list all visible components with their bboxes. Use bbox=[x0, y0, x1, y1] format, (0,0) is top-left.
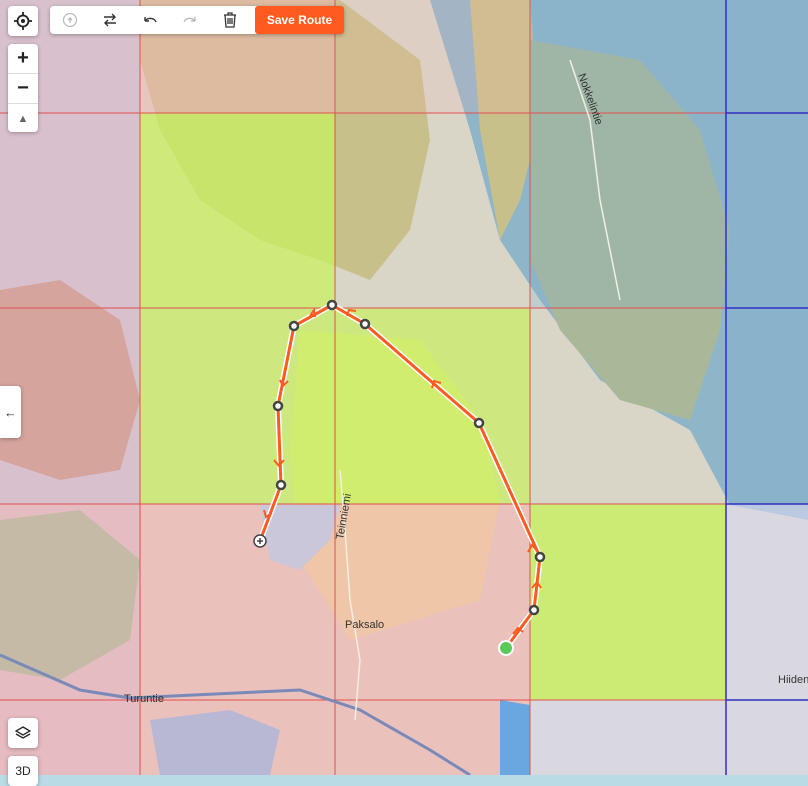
waypoint[interactable] bbox=[534, 551, 546, 563]
undo-button[interactable] bbox=[130, 6, 170, 34]
trash-icon bbox=[224, 12, 236, 28]
delete-route-button[interactable] bbox=[210, 6, 250, 34]
map-canvas[interactable]: Paksalo Turuntie Teinniemi Nokkelintie H… bbox=[0, 0, 808, 775]
help-button[interactable] bbox=[50, 6, 90, 34]
redo-button[interactable] bbox=[170, 6, 210, 34]
3d-toggle-button[interactable]: 3D bbox=[8, 756, 38, 786]
reverse-icon bbox=[104, 13, 116, 27]
arrow-left-icon: ← bbox=[4, 404, 17, 420]
waypoint[interactable] bbox=[272, 400, 284, 412]
route-toolbar: Save Route bbox=[50, 6, 344, 34]
waypoint[interactable] bbox=[473, 417, 485, 429]
layers-icon bbox=[15, 726, 31, 739]
redo-icon bbox=[183, 17, 196, 23]
place-label-hiiden: Hiiden bbox=[778, 674, 808, 686]
collapse-panel-button[interactable]: ← bbox=[0, 386, 21, 438]
help-icon bbox=[62, 12, 78, 28]
locate-button[interactable] bbox=[8, 6, 38, 36]
route-start-marker[interactable] bbox=[498, 640, 514, 656]
compass-icon: ▲ bbox=[17, 112, 29, 125]
place-label-paksalo: Paksalo bbox=[345, 619, 384, 631]
waypoint[interactable] bbox=[275, 479, 287, 491]
waypoint[interactable] bbox=[288, 320, 300, 332]
undo-icon bbox=[144, 17, 157, 23]
route-end-marker[interactable] bbox=[253, 534, 267, 548]
crosshair-icon bbox=[14, 12, 32, 30]
waypoint[interactable] bbox=[359, 318, 371, 330]
save-route-button[interactable]: Save Route bbox=[255, 6, 344, 34]
compass-button[interactable]: ▲ bbox=[8, 104, 38, 133]
road-label-turuntie: Turuntie bbox=[124, 693, 164, 705]
layers-button[interactable] bbox=[8, 718, 38, 748]
reverse-route-button[interactable] bbox=[90, 6, 130, 34]
waypoint[interactable] bbox=[326, 299, 338, 311]
zoom-out-button[interactable]: − bbox=[8, 74, 38, 104]
zoom-in-button[interactable]: + bbox=[8, 44, 38, 74]
waypoint[interactable] bbox=[528, 604, 540, 616]
zoom-controls: + − ▲ bbox=[8, 44, 38, 132]
